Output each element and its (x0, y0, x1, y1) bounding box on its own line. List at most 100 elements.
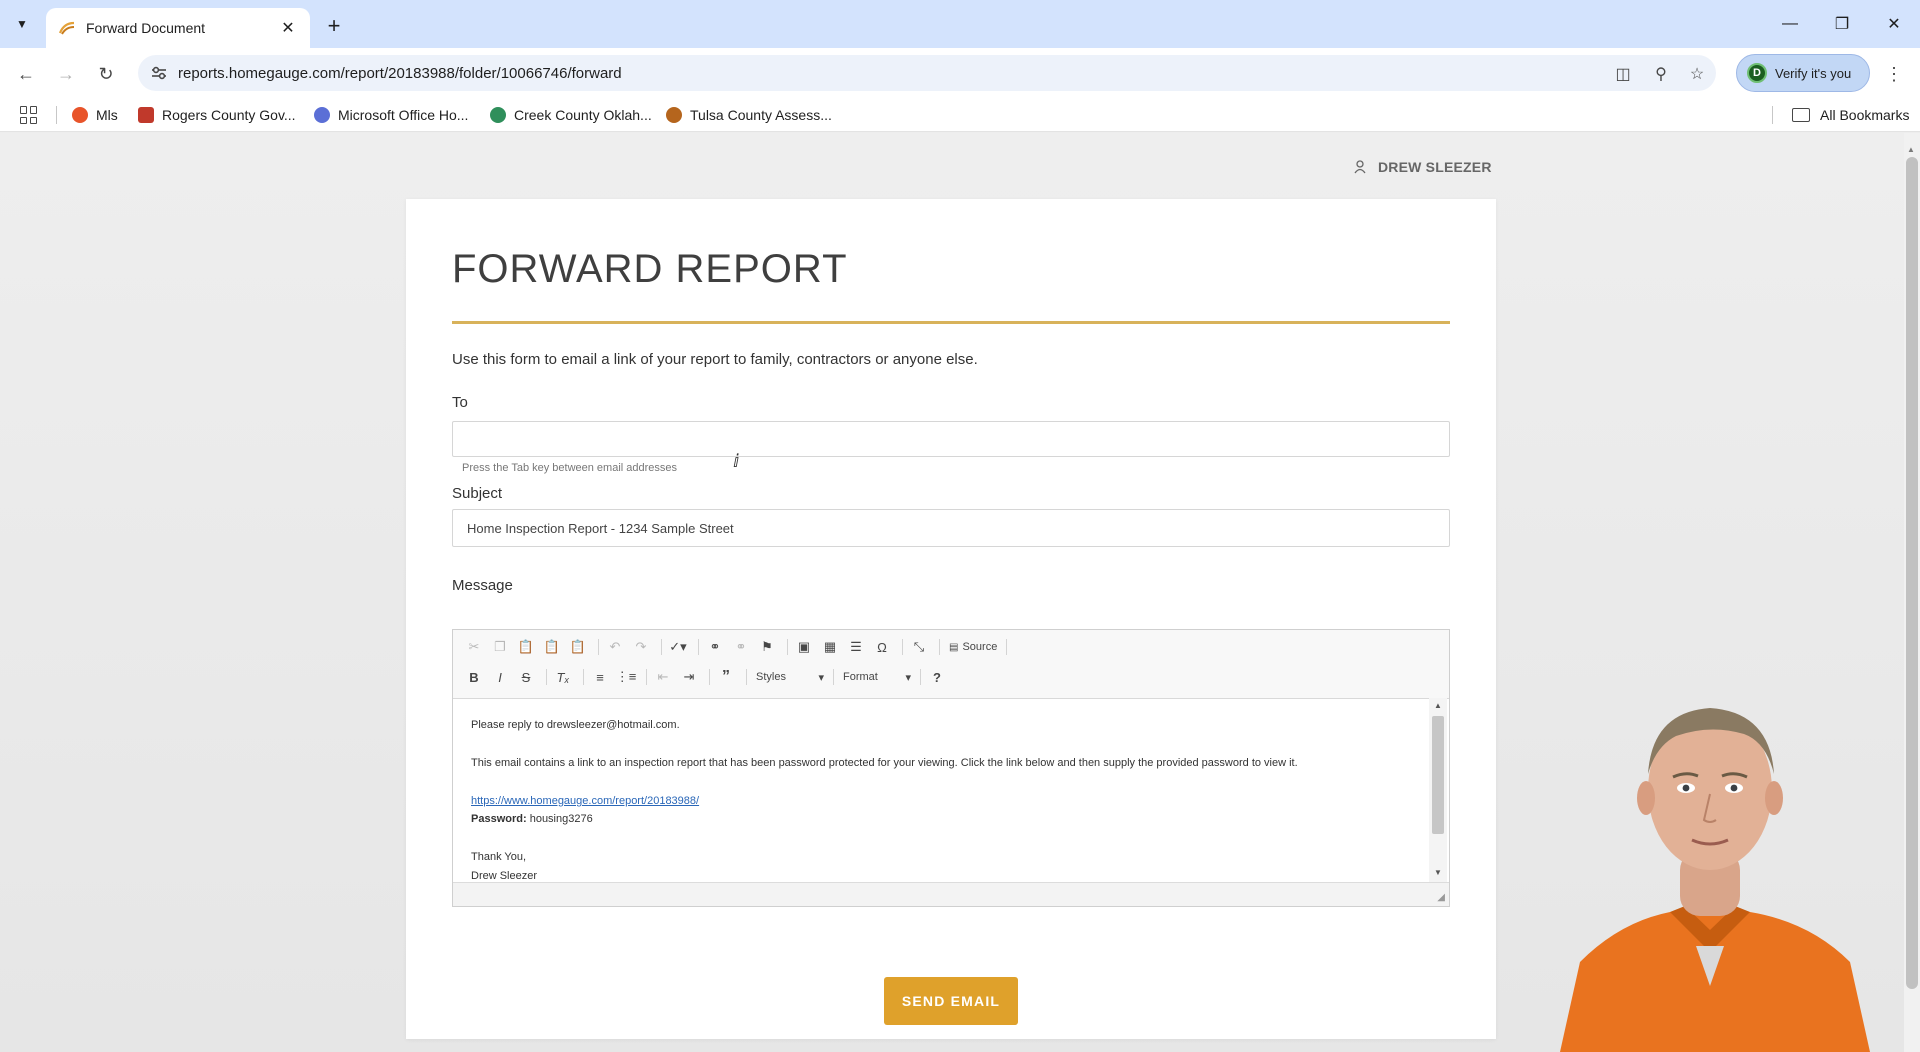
editor-footer: ◢ (453, 882, 1449, 906)
page-title: FORWARD REPORT (452, 247, 848, 291)
browser-tab[interactable]: Forward Document ✕ (46, 8, 310, 48)
redo-icon[interactable]: ↷ (630, 636, 652, 658)
italic-icon[interactable]: I (489, 666, 511, 688)
toolbar-separator (833, 669, 834, 685)
rogers-county-favicon-icon (138, 107, 154, 123)
bookmark-star-icon[interactable]: ☆ (1686, 63, 1708, 85)
user-menu[interactable]: DREW SLEEZER (1354, 159, 1492, 175)
restore-icon[interactable]: ❐ (1822, 10, 1862, 38)
maximize-icon[interactable]: ⤡ (908, 636, 930, 658)
toolbar-separator (646, 669, 647, 685)
message-line-signature: Drew Sleezer (471, 870, 538, 882)
toolbar-separator (787, 639, 788, 655)
password-label: Password: (471, 813, 527, 825)
bookmark-microsoft-office[interactable]: Microsoft Office Ho... (314, 104, 468, 126)
outdent-icon[interactable]: ⇤ (652, 666, 674, 688)
indent-icon[interactable]: ⇥ (678, 666, 700, 688)
toolbar-separator (902, 639, 903, 655)
remove-format-icon[interactable]: Tₓ (552, 666, 574, 688)
toolbar-separator (583, 669, 584, 685)
tab-search-chevron-icon[interactable]: ▼ (10, 12, 34, 36)
paste-text-icon[interactable]: 📋 (541, 636, 563, 658)
styles-label: Styles (756, 671, 786, 683)
address-bar[interactable]: reports.homegauge.com/report/20183988/fo… (138, 55, 1716, 91)
scroll-down-icon[interactable]: ▼ (1434, 868, 1442, 877)
copy-icon[interactable]: ❐ (489, 636, 511, 658)
password-value: housing3276 (529, 813, 593, 825)
source-button[interactable]: ▤ Source (945, 641, 1001, 653)
toolbar-separator (698, 639, 699, 655)
editor-scroll-thumb[interactable] (1432, 716, 1444, 834)
send-email-button[interactable]: SEND EMAIL (884, 977, 1018, 1025)
tab-title: Forward Document (86, 20, 206, 36)
site-settings-icon[interactable] (150, 64, 168, 82)
reload-icon[interactable]: ↻ (92, 60, 120, 88)
apps-grid-icon[interactable] (20, 106, 38, 124)
bookmark-creek-county[interactable]: Creek County Oklah... (490, 104, 652, 126)
new-tab-icon[interactable]: + (320, 12, 348, 40)
image-icon[interactable]: ▣ (793, 636, 815, 658)
bookmark-label: Tulsa County Assess... (690, 107, 832, 123)
subject-field[interactable]: Home Inspection Report - 1234 Sample Str… (452, 509, 1450, 547)
resize-handle-icon[interactable]: ◢ (1437, 892, 1445, 903)
bookmarks-divider (56, 106, 57, 124)
help-icon[interactable]: ? (926, 666, 948, 688)
forward-icon[interactable]: → (52, 60, 80, 88)
to-value (453, 422, 1449, 444)
all-bookmarks-label: All Bookmarks (1820, 107, 1910, 123)
intro-text: Use this form to email a link of your re… (452, 351, 978, 368)
tulsa-county-favicon-icon (666, 107, 682, 123)
horizontal-rule-icon[interactable]: ☰ (845, 636, 867, 658)
format-dropdown[interactable]: Format ▾ (839, 667, 915, 687)
bookmark-label: Rogers County Gov... (162, 107, 296, 123)
strikethrough-icon[interactable]: S (515, 666, 537, 688)
spellcheck-icon[interactable]: ✓▾ (667, 636, 689, 658)
browser-menu-icon[interactable]: ⋮ (1882, 60, 1906, 88)
text-cursor-icon: ⅈ (733, 451, 740, 472)
page-scrollbar[interactable]: ▲ (1904, 133, 1920, 1052)
install-app-icon[interactable]: ◫ (1612, 63, 1634, 85)
to-label: To (452, 394, 468, 411)
toolbar-separator (709, 669, 710, 685)
to-hint: Press the Tab key between email addresse… (462, 462, 678, 474)
paste-word-icon[interactable]: 📋 (567, 636, 589, 658)
styles-dropdown[interactable]: Styles ▾ (752, 667, 828, 687)
bookmark-tulsa-county[interactable]: Tulsa County Assess... (666, 104, 832, 126)
bookmark-mls[interactable]: Mls (72, 104, 118, 126)
format-label: Format (843, 671, 878, 683)
special-char-icon[interactable]: Ω (871, 636, 893, 658)
unlink-icon[interactable]: ⚭ (730, 636, 752, 658)
message-label: Message (452, 577, 513, 594)
bookmark-rogers-county[interactable]: Rogers County Gov... (138, 104, 296, 126)
bookmark-label: Creek County Oklah... (514, 107, 652, 123)
back-icon[interactable]: ← (12, 60, 40, 88)
anchor-flag-icon[interactable]: ⚑ (756, 636, 778, 658)
editor-scrollbar[interactable]: ▲ ▼ (1429, 698, 1447, 882)
page-scroll-up-icon[interactable]: ▲ (1907, 145, 1915, 154)
minimize-icon[interactable]: — (1770, 10, 1810, 38)
scroll-up-icon[interactable]: ▲ (1434, 701, 1442, 710)
numbered-list-icon[interactable]: ≡ (589, 666, 611, 688)
mls-favicon-icon (72, 107, 88, 123)
paste-icon[interactable]: 📋 (515, 636, 537, 658)
link-icon[interactable]: ⚭ (704, 636, 726, 658)
table-icon[interactable]: ▦ (819, 636, 841, 658)
bulleted-list-icon[interactable]: ⋮≡ (615, 666, 637, 688)
report-link[interactable]: https://www.homegauge.com/report/2018398… (471, 795, 699, 807)
tab-close-icon[interactable]: ✕ (278, 18, 298, 38)
toolbar-separator (920, 669, 921, 685)
zoom-icon[interactable]: ⚲ (1650, 63, 1672, 85)
page-scroll-thumb[interactable] (1906, 157, 1918, 989)
to-field[interactable]: ⅈ (452, 421, 1450, 472)
verify-identity-button[interactable]: D Verify it's you (1736, 54, 1870, 92)
subject-value: Home Inspection Report - 1234 Sample Str… (467, 521, 734, 536)
message-body[interactable]: Please reply to drewsleezer@hotmail.com.… (453, 698, 1449, 882)
toolbar-separator (546, 669, 547, 685)
all-bookmarks-button[interactable]: All Bookmarks (1792, 104, 1909, 126)
cut-icon[interactable]: ✂ (463, 636, 485, 658)
blockquote-icon[interactable]: ” (715, 666, 737, 688)
bold-icon[interactable]: B (463, 666, 485, 688)
window-close-icon[interactable]: ✕ (1874, 10, 1914, 38)
microsoft-office-favicon-icon (314, 107, 330, 123)
undo-icon[interactable]: ↶ (604, 636, 626, 658)
